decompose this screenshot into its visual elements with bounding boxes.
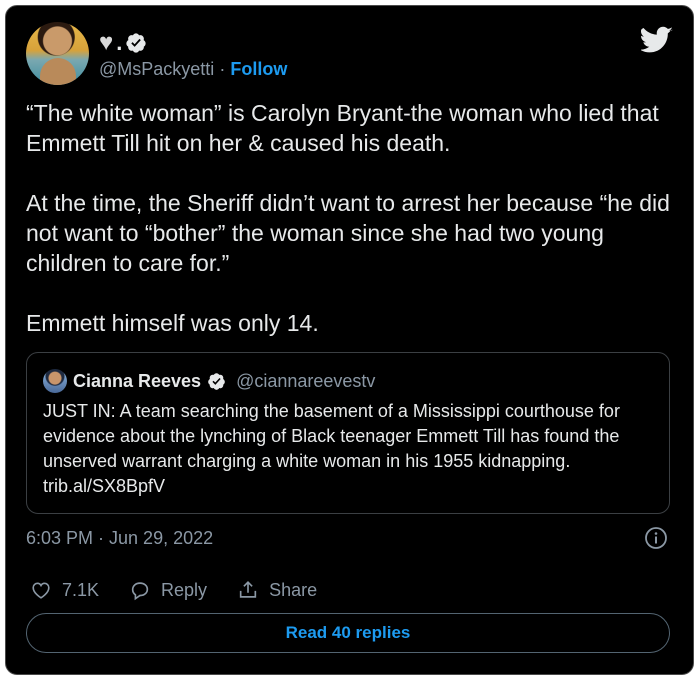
tweet-paragraph: Emmett himself was only 14. xyxy=(26,310,319,336)
quoted-author-avatar xyxy=(43,369,67,393)
quoted-tweet-text: JUST IN: A team searching the basement o… xyxy=(43,401,620,496)
author-handle[interactable]: @MsPackyetti xyxy=(99,59,214,79)
info-icon[interactable] xyxy=(644,526,668,550)
like-count: 7.1K xyxy=(62,579,100,600)
avatar-figure xyxy=(40,58,76,85)
tweet-card: ♥ . @MsPackyetti · Follow “The white wom… xyxy=(5,5,694,675)
verified-badge-icon xyxy=(126,33,146,53)
author-handle-row: @MsPackyetti · Follow xyxy=(99,59,287,80)
separator: · xyxy=(219,59,226,79)
reply-label: Reply xyxy=(161,579,208,600)
tweet-paragraph: At the time, the Sheriff didn’t want to … xyxy=(26,190,670,276)
like-button[interactable]: 7.1K xyxy=(30,579,99,601)
heart-icon: ♥ xyxy=(99,29,114,56)
author-name-suffix: . xyxy=(116,30,123,55)
reply-bubble-icon xyxy=(131,582,149,601)
read-replies-button[interactable]: Read 40 replies xyxy=(26,613,670,653)
share-icon xyxy=(239,581,257,598)
quoted-author-name: Cianna Reeves xyxy=(73,370,202,391)
quoted-tweet[interactable]: Cianna Reeves @ciannareevestv JUST IN: A… xyxy=(26,352,670,514)
follow-button[interactable]: Follow xyxy=(230,59,287,79)
verified-badge-icon xyxy=(208,372,225,390)
quoted-tweet-header: Cianna Reeves @ciannareevestv xyxy=(43,369,375,393)
tweet-paragraph: “The white woman” is Carolyn Bryant-the … xyxy=(26,100,659,156)
tweet-text: “The white woman” is Carolyn Bryant-the … xyxy=(26,98,676,338)
share-button[interactable]: Share xyxy=(237,579,317,601)
author-name[interactable]: ♥ . xyxy=(99,28,147,58)
share-label: Share xyxy=(269,579,318,600)
tweet-timestamp[interactable]: 6:03 PM · Jun 29, 2022 xyxy=(26,528,213,549)
reply-button[interactable]: Reply xyxy=(129,579,207,601)
twitter-bird-icon[interactable] xyxy=(641,26,673,54)
heart-outline-icon xyxy=(32,582,50,599)
author-avatar[interactable] xyxy=(26,22,89,85)
action-bar: 7.1K Reply Share xyxy=(30,576,347,604)
quoted-author-handle: @ciannareevestv xyxy=(236,370,376,391)
